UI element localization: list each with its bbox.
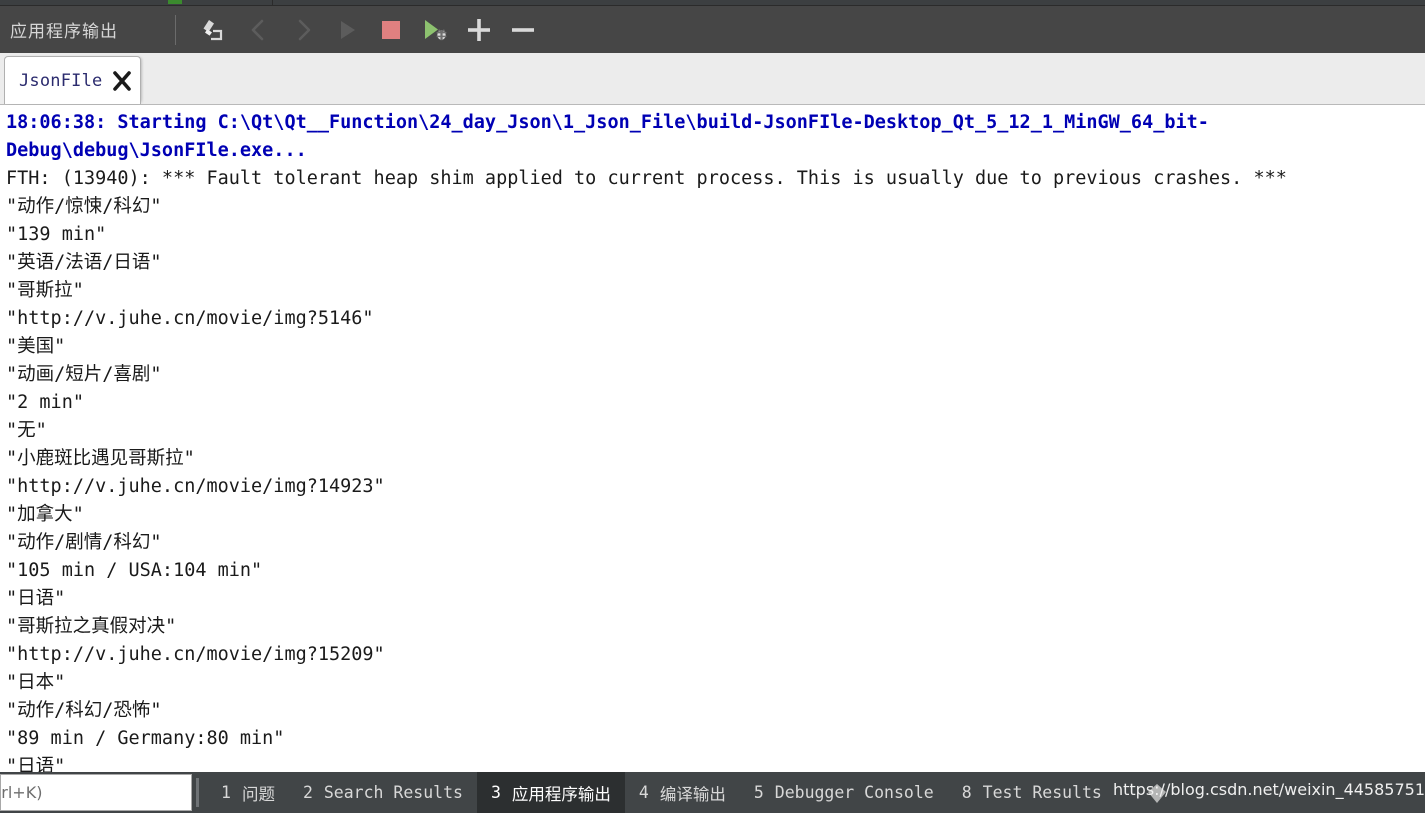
output-line: "http://v.juhe.cn/movie/img?14923"	[6, 476, 385, 497]
pane-title: 应用程序输出	[10, 22, 118, 42]
bottom-tab-label: Test Results	[982, 783, 1102, 802]
build-status-marker	[168, 0, 182, 4]
output-line: "小鹿斑比遇见哥斯拉"	[6, 448, 195, 469]
output-line: "动画/短片/喜剧"	[6, 364, 162, 385]
output-line: "105 min / USA:104 min"	[6, 560, 263, 581]
bottom-tab-4[interactable]: 4 编译输出	[625, 772, 740, 813]
bottom-tab-number: 2	[302, 783, 313, 802]
bottom-tab-label: 编译输出	[659, 784, 726, 804]
output-toolbar: 应用程序输出	[0, 6, 1425, 53]
output-line: Debug\debug\JsonFIle.exe...	[6, 140, 307, 161]
bottom-tab-5[interactable]: 5 Debugger Console	[740, 772, 948, 813]
output-tabbar: JsonFIle	[0, 53, 1425, 105]
output-line: "139 min"	[6, 224, 107, 245]
output-line: "http://v.juhe.cn/movie/img?15209"	[6, 644, 385, 665]
output-line: "动作/剧情/科幻"	[6, 532, 162, 553]
output-line: "日本"	[6, 672, 66, 693]
application-output-pane[interactable]: 18:06:38: Starting C:\Qt\Qt__Function\24…	[0, 105, 1425, 772]
output-tab-jsonfile[interactable]: JsonFIle	[4, 56, 141, 104]
output-line: "哥斯拉之真假对决"	[6, 616, 177, 637]
output-line: "2 min"	[6, 392, 84, 413]
output-line: "89 min / Germany:80 min"	[6, 728, 285, 749]
locator-value: trl+K)	[1, 783, 43, 802]
toolbar-separator	[175, 14, 176, 45]
clear-pane-icon[interactable]	[193, 8, 237, 52]
output-line: 18:06:38: Starting C:\Qt\Qt__Function\24…	[6, 112, 1209, 133]
bottom-tab-1[interactable]: 1 问题	[207, 772, 289, 813]
output-line: "日语"	[6, 756, 66, 772]
bottom-tab-8[interactable]: 8 Test Results	[948, 772, 1116, 813]
output-line: "加拿大"	[6, 504, 84, 525]
output-line: "动作/科幻/恐怖"	[6, 700, 162, 721]
bottom-tab-3[interactable]: 3 应用程序输出	[476, 772, 625, 813]
plus-icon[interactable]	[457, 8, 501, 52]
bottom-tab-2[interactable]: 2 Search Results	[289, 772, 477, 813]
close-x-icon[interactable]	[111, 70, 133, 92]
output-line: "动作/惊悚/科幻"	[6, 196, 162, 217]
output-line: FTH: (13940): *** Fault tolerant heap sh…	[6, 168, 1287, 189]
output-line: "哥斯拉"	[6, 280, 84, 301]
watermark-diamond-top	[1148, 784, 1166, 792]
stop-icon[interactable]	[369, 8, 413, 52]
bottom-tab-number: 5	[753, 783, 764, 802]
output-line: "美国"	[6, 336, 66, 357]
debug-run-icon[interactable]	[413, 8, 457, 52]
play-icon[interactable]	[325, 8, 369, 52]
bottom-tab-number: 1	[221, 783, 231, 802]
bottom-tab-label: 应用程序输出	[511, 784, 611, 804]
bottom-tab-label: Debugger Console	[774, 783, 934, 802]
watermark-diamond-bottom	[1148, 792, 1166, 803]
output-line: "英语/法语/日语"	[6, 252, 162, 273]
qt-creator-output-window: 应用程序输出 JsonFIle 18:06:38: Starting C:\Qt…	[0, 0, 1425, 813]
arrow-right-icon[interactable]	[281, 8, 325, 52]
output-line: "http://v.juhe.cn/movie/img?5146"	[6, 308, 374, 329]
output-pane-tabs: 1 问题 2 Search Results 3 应用程序输出 4 编译输出 5 Debugger …	[199, 772, 1425, 813]
output-tab-label: JsonFIle	[19, 70, 103, 91]
bottom-tab-number: 8	[961, 783, 972, 802]
output-line: "无"	[6, 420, 47, 441]
bottom-tab-number: 3	[490, 783, 501, 802]
locator-input[interactable]: trl+K)	[0, 774, 192, 811]
arrow-left-icon[interactable]	[237, 8, 281, 52]
bottom-tab-label: 问题	[241, 784, 275, 804]
status-bottombar: trl+K) 1 问题 2 Search Results 3 应用程序输出 4 编译输出 5 De…	[0, 772, 1425, 813]
output-line: "日语"	[6, 588, 66, 609]
bottom-tab-label: Search Results	[323, 783, 463, 802]
bottom-tab-number: 4	[638, 783, 649, 802]
minus-icon[interactable]	[501, 8, 545, 52]
output-lines: 18:06:38: Starting C:\Qt\Qt__Function\24…	[6, 109, 1425, 772]
